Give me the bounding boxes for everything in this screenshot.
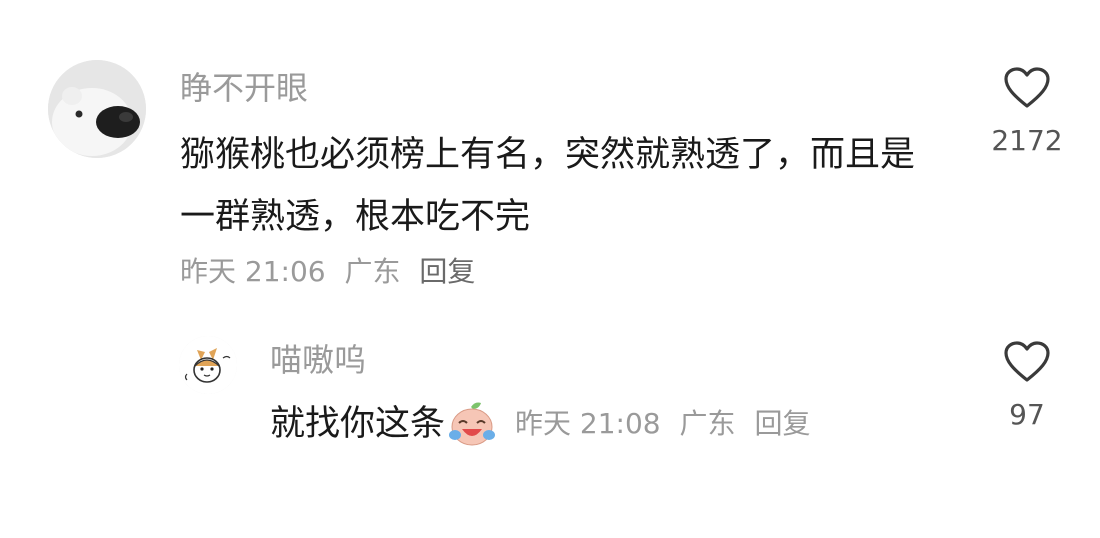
- like-button[interactable]: 2172: [987, 66, 1067, 158]
- heart-outline-icon: [1004, 341, 1050, 382]
- reply-button[interactable]: 回复: [419, 255, 475, 288]
- comment-text: 猕猴桃也必须榜上有名，突然就熟透了，而且是一群熟透，根本吃不完: [180, 135, 916, 237]
- cartoon-cat-avatar-icon: [179, 336, 237, 394]
- like-count: 2172: [991, 124, 1063, 157]
- reply-username[interactable]: 喵嗷呜: [270, 340, 366, 380]
- comment-username[interactable]: 睁不开眼: [180, 68, 308, 108]
- avatar-cat-icon[interactable]: [179, 336, 237, 394]
- polar-bear-avatar-icon: [48, 60, 146, 158]
- reply-reply-button[interactable]: 回复: [754, 407, 810, 440]
- comment-meta: 昨天 21:06 广东 回复: [180, 252, 485, 292]
- reply-location: 广东: [679, 407, 736, 440]
- reply-line: 就找你这条 昨天 21:08 广东 回复: [270, 402, 810, 446]
- reply-like-count: 97: [1009, 398, 1045, 431]
- reply-like-button[interactable]: 97: [987, 340, 1067, 432]
- reply-time: 昨天 21:08: [515, 407, 661, 440]
- comment-thread: 睁不开眼 猕猴桃也必须榜上有名，突然就熟透了，而且是一群熟透，根本吃不完 昨天 …: [0, 0, 1100, 538]
- avatar-polar-bear-icon[interactable]: [48, 60, 146, 158]
- heart-outline-icon: [1004, 67, 1050, 108]
- reply-text: 就找你这条: [270, 404, 446, 444]
- comment-location: 广东: [344, 255, 401, 288]
- reply-meta: 昨天 21:08 广东 回复: [505, 402, 810, 446]
- crying-laughing-emoji-icon: [449, 402, 496, 446]
- comment-time: 昨天 21:06: [180, 255, 326, 288]
